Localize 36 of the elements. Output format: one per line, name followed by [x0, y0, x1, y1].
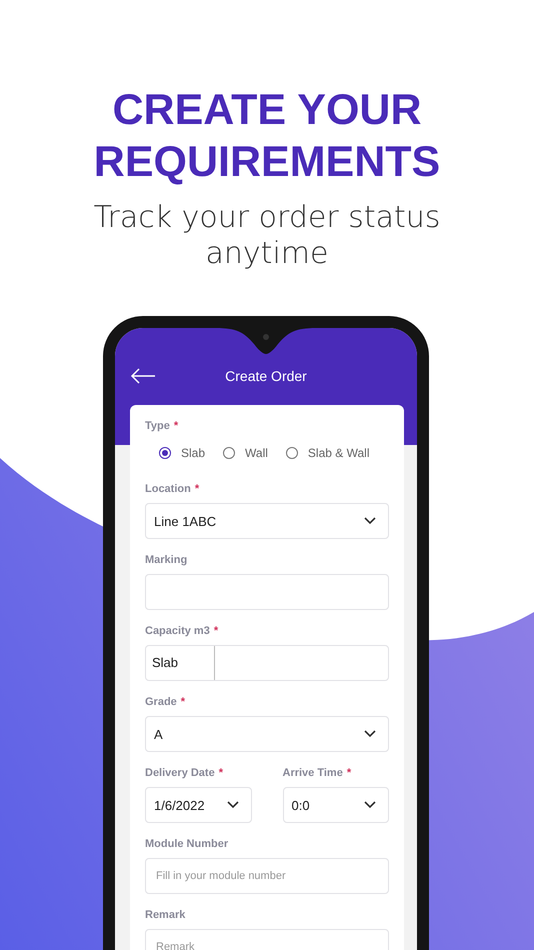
screen-title: Create Order — [225, 368, 307, 384]
field-label: Location — [145, 482, 191, 496]
field-label: Marking — [145, 553, 188, 567]
radio-option[interactable]: Slab — [159, 446, 206, 460]
required-mark: * — [174, 419, 178, 433]
radio-option[interactable]: Slab & Wall — [286, 446, 370, 460]
input-field[interactable]: Remark — [145, 929, 389, 950]
dropdown-field[interactable]: A — [145, 716, 389, 752]
chevron-down-icon — [364, 517, 376, 525]
required-mark: * — [180, 695, 186, 709]
chevron-down-icon — [364, 730, 376, 738]
dropdown-field[interactable]: Line 1ABC — [145, 503, 389, 539]
dropdown-field[interactable]: 1/6/2022 — [145, 787, 252, 823]
capacity-field[interactable]: Slab — [145, 645, 389, 681]
subtitle: Track your order status anytime — [92, 200, 442, 272]
field-label: Grade — [145, 695, 177, 709]
required-mark: * — [194, 482, 200, 496]
headline: CREATE YOUR — [112, 85, 422, 136]
required-mark: * — [218, 766, 223, 780]
input-field[interactable] — [145, 574, 389, 610]
radio-option[interactable]: Wall — [223, 446, 268, 460]
back-arrow-icon[interactable] — [130, 368, 156, 384]
dropdown-field[interactable]: 0:0 — [282, 787, 389, 823]
field-label: Type — [145, 419, 170, 433]
field-label: Delivery Date — [145, 766, 215, 780]
chevron-down-icon — [364, 801, 376, 809]
required-mark: * — [346, 766, 352, 780]
input-field[interactable]: Fill in your module number — [145, 858, 389, 894]
headline: REQUIREMENTS — [94, 137, 440, 188]
field-label: Capacity m3 — [145, 624, 210, 638]
field-label: Remark — [145, 908, 186, 922]
field-label: Arrive Time — [282, 766, 343, 780]
chevron-down-icon — [226, 801, 238, 809]
field-label: Module Number — [145, 837, 228, 851]
required-mark: * — [214, 624, 218, 638]
unit-prefix: Slab — [152, 654, 180, 672]
